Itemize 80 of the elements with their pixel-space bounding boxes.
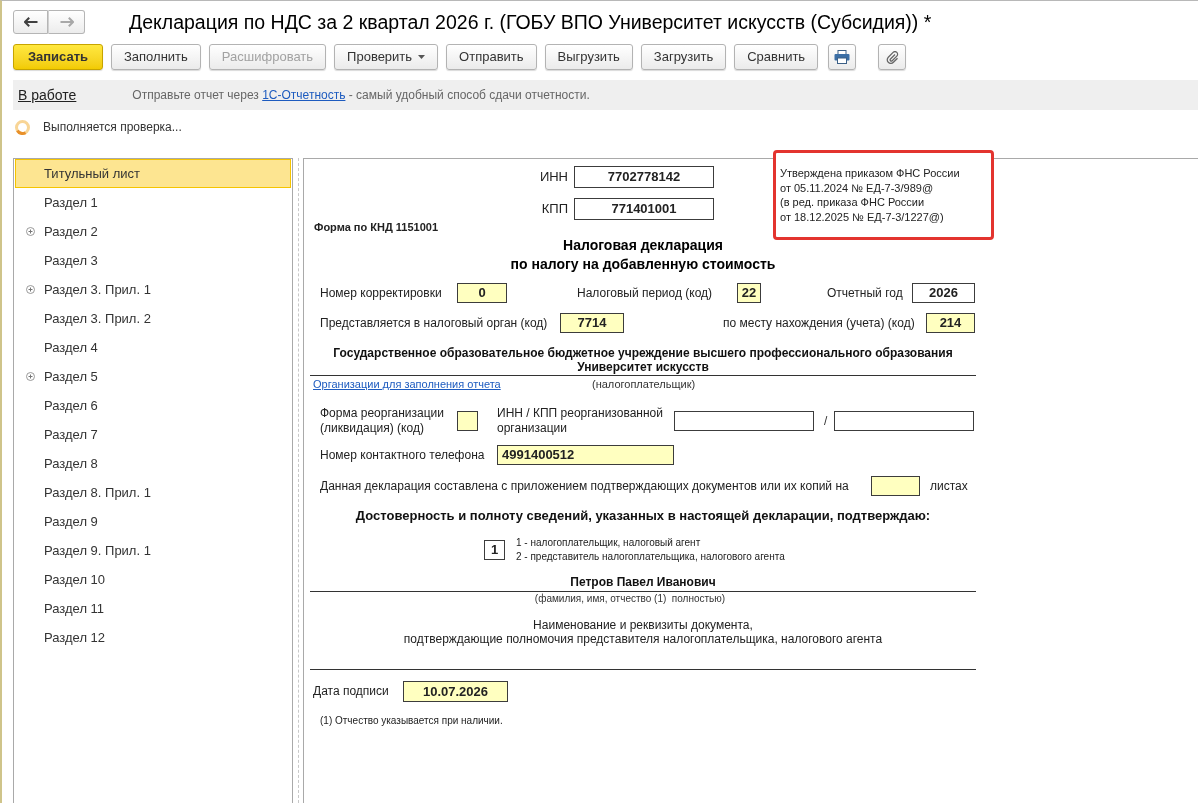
sidebar-item[interactable]: Раздел 6 (15, 391, 291, 420)
sidebar-item[interactable]: Раздел 3. Прил. 2 (15, 304, 291, 333)
approval-note: Утверждена приказом ФНС России от 05.11.2024 № ЕД-7-3/989@ (в ред. приказа ФНС России от 18.12.2025 № ЕД-7-3/1227@) (780, 166, 961, 224)
signer-type-field[interactable]: 1 (484, 540, 505, 560)
reorganized-inn-field[interactable] (674, 411, 814, 431)
field-label: Данная декларация составлена с приложением подтверждающих документов или их копий на (320, 478, 849, 494)
tax-authority-field[interactable]: 7714 (560, 313, 624, 333)
sidebar-item[interactable]: Раздел 7 (15, 420, 291, 449)
attach-button[interactable] (878, 44, 907, 70)
kpp-field[interactable]: 771401001 (574, 198, 714, 220)
sidebar-item[interactable]: Раздел 10 (15, 565, 291, 594)
inn-field[interactable]: 7702778142 (574, 166, 714, 188)
taxpayer-caption: (налогоплательщик) (592, 377, 696, 391)
toolbar-button[interactable]: Проверить (334, 44, 439, 70)
location-code-field[interactable]: 214 (926, 313, 975, 333)
caret-icon (418, 55, 426, 59)
form-title: Налоговая декларация по налогу на добавленную стоимость (510, 236, 776, 274)
field-label: ИНН / КПП реорганизованной организации (497, 406, 663, 436)
toolbar-button[interactable]: Заполнить (111, 44, 201, 70)
spinner-icon (14, 118, 31, 136)
confirmation-heading: Достоверность и полноту сведений, указанных в настоящей декларации, подтверждаю: (355, 508, 931, 524)
field-label: Номер контактного телефона (320, 447, 485, 463)
field-label: по месту нахождения (учета) (код) (723, 315, 915, 331)
forward-arrow-icon (59, 17, 74, 27)
sidebar-item[interactable]: Раздел 12 (15, 623, 291, 652)
field-label: Форма реорганизации (ликвидация) (код) (320, 406, 444, 436)
sidebar-item[interactable]: Раздел 8 (15, 449, 291, 478)
organization-type: Государственное образовательное бюджетное учреждение высшего профессионального образования (333, 346, 953, 360)
separator-text: / (824, 413, 828, 430)
field-label: листах (930, 478, 968, 495)
sidebar-item[interactable]: Раздел 8. Прил. 1 (15, 478, 291, 507)
print-button[interactable] (828, 44, 857, 70)
info-message: Отправьте отчет через 1С-Отчетность - самый удобный способ сдачи отчетности. (132, 87, 590, 104)
sidebar-item[interactable]: Раздел 11 (15, 594, 291, 623)
option-text: 2 - представитель налогоплательщика, налогового агента (516, 550, 785, 564)
toolbar-button[interactable]: Выгрузить (544, 44, 633, 70)
reorganization-form-field[interactable] (457, 411, 478, 431)
field-label: Представляется в налоговый орган (код) (320, 315, 548, 331)
sheet-count-field[interactable] (871, 476, 920, 496)
back-arrow-icon (23, 17, 38, 27)
field-label: Налоговый период (код) (577, 285, 713, 301)
sidebar-item[interactable]: Раздел 3 (15, 246, 291, 275)
organization-name: Университет искусств (577, 360, 709, 374)
status-link[interactable]: В работе (18, 84, 77, 106)
organizations-link[interactable]: Организации для заполнения отчета (313, 377, 501, 391)
phone-field[interactable]: 4991400512 (497, 445, 674, 465)
signer-name: Петров Павел Иванович (570, 575, 716, 589)
authority-document-text: Наименование и реквизиты документа, подтверждающие полномочия представителя налогоплательщика, налогового агента (403, 618, 883, 646)
reporting-link[interactable]: 1С-Отчетность (262, 88, 346, 102)
paperclip-icon (885, 50, 899, 64)
inn-label: ИНН (539, 169, 568, 185)
kpp-label: КПП (541, 201, 568, 217)
back-button[interactable] (13, 10, 48, 34)
toolbar-button[interactable]: Сравнить (734, 44, 819, 70)
toolbar-button[interactable]: Отправить (446, 44, 537, 70)
field-label: Отчетный год (827, 285, 903, 301)
sidebar-item[interactable]: Раздел 9. Прил. 1 (15, 536, 291, 565)
tax-period-field[interactable]: 22 (737, 283, 761, 303)
footnote: (1) Отчество указывается при наличии. (320, 714, 503, 728)
window-title: Декларация по НДС за 2 квартал 2026 г. (ГОБУ ВПО Университет искусств (Субсидия)) * (129, 10, 932, 34)
sidebar-item[interactable]: Титульный лист (15, 159, 291, 188)
form-code: Форма по КНД 1151001 (314, 220, 439, 234)
sidebar-item[interactable]: Раздел 3. Прил. 1 (15, 275, 291, 304)
signature-date-field[interactable]: 10.07.2026 (403, 681, 508, 702)
reorganized-kpp-field[interactable] (834, 411, 975, 431)
option-text: 1 - налогоплательщик, налоговый агент (516, 536, 701, 550)
toolbar-button[interactable]: Записать (13, 44, 103, 70)
field-label: Номер корректировки (320, 285, 442, 301)
sidebar-item[interactable]: Раздел 2 (15, 217, 291, 246)
sidebar-item[interactable]: Раздел 5 (15, 362, 291, 391)
printer-icon (834, 50, 851, 64)
sidebar-item[interactable]: Раздел 1 (15, 188, 291, 217)
sidebar-item[interactable]: Раздел 4 (15, 333, 291, 362)
correction-number-field[interactable]: 0 (457, 283, 507, 303)
progress-text: Выполняется проверка... (43, 119, 182, 136)
reporting-year-field[interactable]: 2026 (912, 283, 975, 303)
signer-caption: (фамилия, имя, отчество (1) полностью) (534, 592, 726, 606)
toolbar-button[interactable]: Загрузить (640, 44, 727, 70)
sidebar-item[interactable]: Раздел 9 (15, 507, 291, 536)
field-label: Дата подписи (313, 684, 389, 699)
